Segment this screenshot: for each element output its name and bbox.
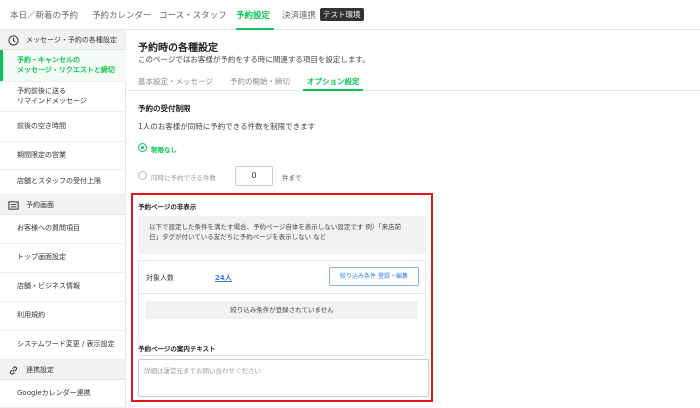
- sidebar-item-label: メッセージ・リクエストと締切: [17, 65, 115, 74]
- sidebar-item-buffer-time[interactable]: 前後の空き時間: [0, 112, 126, 142]
- sidebar-item-store-staff-limit[interactable]: 店舗とスタッフの受付上限: [0, 170, 126, 195]
- sidebar-item-customer-questions[interactable]: お客様への質問項目: [0, 215, 126, 244]
- sidebar-item-label: システムワード変更 / 表示設定: [17, 340, 115, 349]
- subtab-start-deadline[interactable]: 予約の開始・締切: [230, 76, 290, 87]
- sidebar: メッセージ・予約の各種設定 予約・キャンセルの メッセージ・リクエストと締切 予…: [0, 30, 126, 408]
- sidebar-item-remind-message[interactable]: 予約前後に送る リマインドメッセージ: [0, 82, 126, 112]
- test-environment-badge: テスト環境: [320, 8, 364, 21]
- no-filter-message: 絞り込み条件が登録されていません: [146, 301, 418, 319]
- sidebar-item-label: 予約・キャンセルの: [17, 56, 80, 65]
- limit-count-unit: 件まで: [282, 174, 302, 182]
- sidebar-item-label: 店舗・ビジネス情報: [17, 282, 80, 291]
- sidebar-item-label: リマインドメッセージ: [17, 96, 87, 105]
- hide-info-line: 日」タグが付いている友だちに予約ページを表示しない など: [149, 233, 327, 242]
- sidebar-item-reservation-cancel-message[interactable]: 予約・キャンセルの メッセージ・リクエストと締切: [0, 50, 126, 82]
- limit-count-input[interactable]: 0: [235, 166, 273, 186]
- radio-limit-count[interactable]: [138, 171, 147, 180]
- hide-info-line: 以下で設定した条件を満たす場合、予約ページ自体を表示しない設定です 例）「来店前: [149, 223, 402, 231]
- tab-course-staff[interactable]: コース・スタッフ: [159, 9, 227, 21]
- page-title: 予約時の各種設定: [138, 43, 218, 54]
- target-count-link[interactable]: 24人: [215, 273, 232, 283]
- active-subtab-indicator: [303, 89, 363, 91]
- sidebar-item-label: 店舗とスタッフの受付上限: [17, 177, 101, 186]
- guide-text-title: 予約ページの案内テキスト: [138, 343, 222, 353]
- sidebar-item-limited-period[interactable]: 期間限定の営業: [0, 142, 126, 170]
- window-icon: [8, 200, 19, 210]
- sidebar-item-system-word-display[interactable]: システムワード変更 / 表示設定: [0, 331, 126, 360]
- page-description: このページではお客様が予約をする時に関連する項目を設定します。: [138, 55, 370, 64]
- guide-text-input[interactable]: 詳細は運営元までお問い合わせください: [138, 359, 429, 397]
- tab-today-new-reservations[interactable]: 本日／新着の予約: [10, 9, 78, 21]
- top-navigation: 本日／新着の予約 予約カレンダー コース・スタッフ 予約設定 決済連携 テスト環…: [0, 0, 700, 30]
- sidebar-section-label: 連携設定: [26, 365, 54, 374]
- sidebar-item-label: 予約前後に送る: [17, 87, 66, 96]
- sidebar-item-google-calendar[interactable]: Googleカレンダー連携: [0, 380, 126, 408]
- clock-icon: [8, 34, 19, 46]
- tab-reservation-calendar[interactable]: 予約カレンダー: [92, 9, 152, 21]
- sidebar-section-booking-screen: 予約画面: [0, 195, 126, 215]
- sidebar-item-label: 前後の空き時間: [17, 121, 66, 130]
- subtab-basic-settings[interactable]: 基本設定・メッセージ: [138, 76, 213, 87]
- radio-no-limit[interactable]: [138, 143, 147, 152]
- limit-section-description: 1人のお客様が同時に予約できる件数を制限できます: [138, 122, 316, 131]
- target-card: 対象人数 24人 絞り込み条件 登録・編集 絞り込み条件が登録されていません: [138, 260, 426, 356]
- subtab-divider: [127, 90, 700, 91]
- sidebar-item-label: 期間限定の営業: [17, 150, 66, 159]
- radio-no-limit-label[interactable]: 制限なし: [151, 144, 177, 154]
- sidebar-item-store-business-info[interactable]: 店舗・ビジネス情報: [0, 273, 126, 302]
- card-divider: [139, 293, 425, 294]
- sidebar-item-label: Googleカレンダー連携: [17, 388, 91, 397]
- sidebar-item-label: トップ画面設定: [17, 253, 66, 262]
- sidebar-item-top-screen-settings[interactable]: トップ画面設定: [0, 244, 126, 273]
- tab-reservation-settings[interactable]: 予約設定: [236, 9, 270, 21]
- filter-condition-button[interactable]: 絞り込み条件 登録・編集: [329, 267, 419, 286]
- sidebar-item-label: 利用規約: [17, 311, 45, 320]
- radio-limit-count-label[interactable]: 同時に予約できる件数: [151, 172, 216, 182]
- hide-section-title: 予約ページの非表示: [138, 203, 197, 211]
- sidebar-section-integration: 連携設定: [0, 360, 126, 380]
- sidebar-section-label: 予約画面: [26, 200, 54, 209]
- link-icon: [9, 366, 18, 374]
- limit-section-title: 予約の受付制限: [138, 104, 191, 113]
- sidebar-section-message-settings: メッセージ・予約の各種設定: [0, 30, 126, 50]
- hide-info-box: 以下で設定した条件を満たす場合、予約ページ自体を表示しない設定です 例）「来店前…: [138, 216, 426, 254]
- sidebar-item-terms-of-use[interactable]: 利用規約: [0, 302, 126, 331]
- main-content: 予約時の各種設定 このページではお客様が予約をする時に関連する項目を設定します。…: [127, 30, 700, 408]
- target-count-label: 対象人数: [146, 274, 174, 282]
- tab-payment-integration[interactable]: 決済連携: [282, 9, 316, 21]
- sidebar-section-label: メッセージ・予約の各種設定: [26, 35, 117, 44]
- subtab-option-settings[interactable]: オプション設定: [307, 76, 360, 87]
- sidebar-item-label: お客様への質問項目: [17, 224, 80, 233]
